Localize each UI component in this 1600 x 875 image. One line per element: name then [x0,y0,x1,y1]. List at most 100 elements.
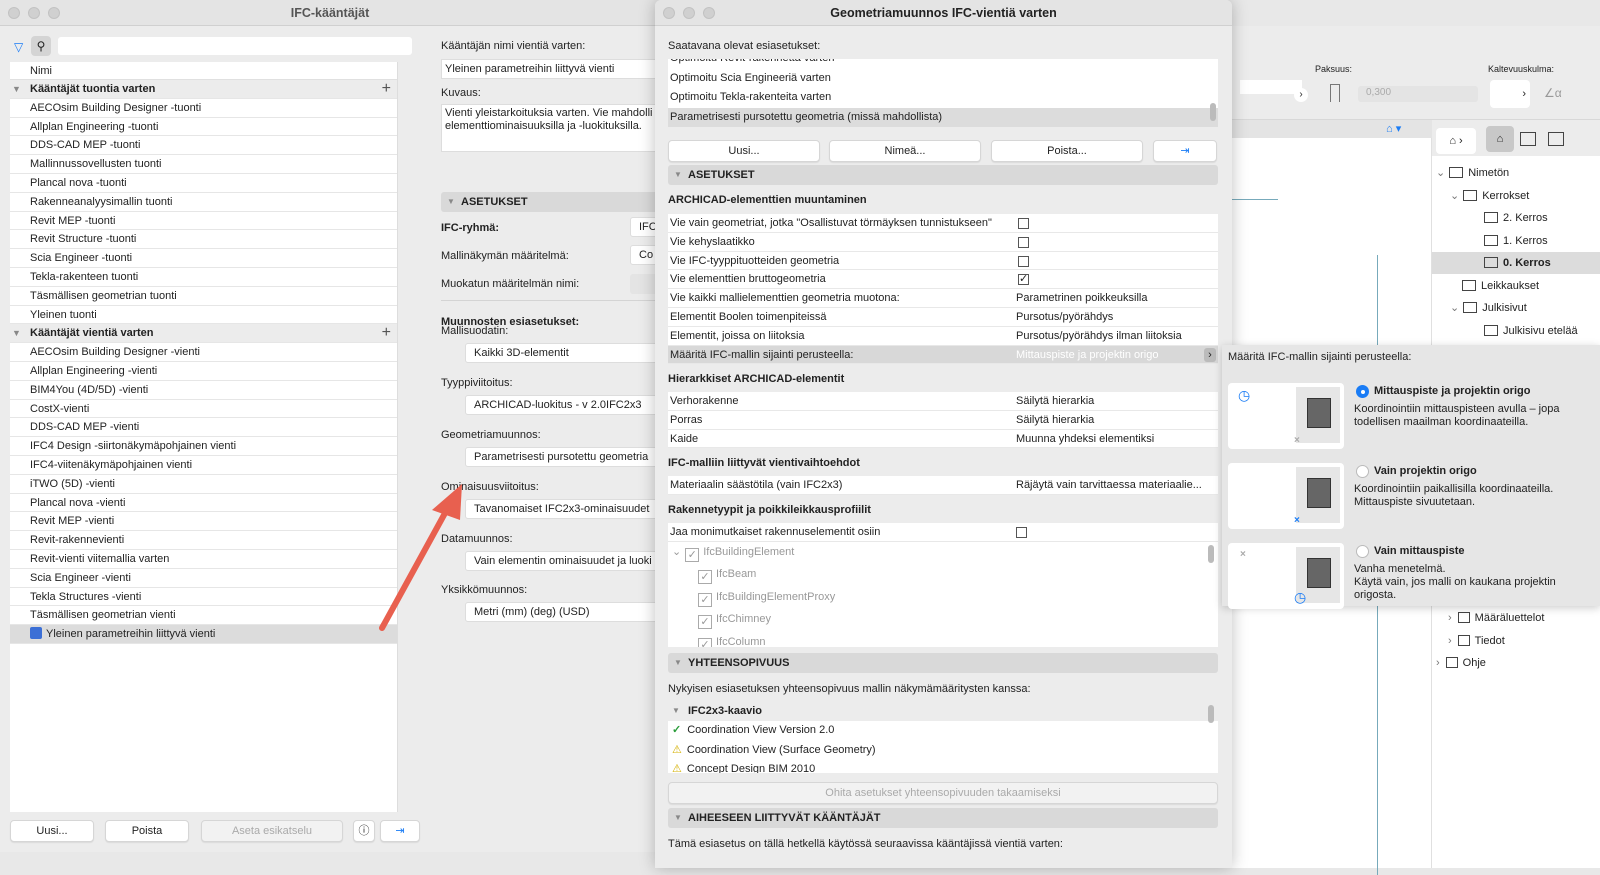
minimize-button[interactable] [28,7,40,19]
preset-item[interactable]: Optimoitu Revit-rakennetta varten [668,59,1218,69]
location-radio[interactable] [1356,545,1369,558]
dialog-close-button[interactable] [663,7,675,19]
type-mapping-select[interactable]: ARCHICAD-luokitus - v 2.0IFC2x3 [465,395,665,415]
navigator-item[interactable]: ⌄ Julkisivut [1432,297,1600,319]
rename-preset-button[interactable]: Nimeä... [829,140,981,162]
compat-group[interactable]: IFC2x3-kaavio [688,705,762,717]
structure-scrollbar[interactable] [1208,545,1214,563]
preset-item[interactable]: Parametrisesti pursotettu geometria (mis… [668,107,1218,127]
navigator-item[interactable]: 0. Kerros [1432,252,1600,274]
slope-button[interactable]: › [1490,80,1530,108]
export-group[interactable]: ▼ Kääntäjät vientiä varten + [10,324,397,344]
ifc-tree-item[interactable]: ✓ IfcBeam [698,568,756,584]
set-preview-button[interactable]: Aseta esikatselu [201,820,343,842]
search-icon[interactable]: ⚲ [31,36,51,56]
property-select[interactable]: Tavanomaiset IFC2x3-ominaisuudet [465,499,665,519]
list-item[interactable]: Tekla-rakenteen tuonti [10,267,397,287]
expand-button[interactable]: › [1294,88,1308,102]
setting-row[interactable]: Kaide Muunna yhdeksi elementiksi [668,429,1218,449]
preset-item[interactable]: Optimoitu Scia Engineeriä varten [668,69,1218,89]
list-item[interactable]: Täsmällisen geometrian vienti [10,606,397,626]
view-map-tab[interactable] [1520,132,1536,146]
setting-row[interactable]: Elementit, joissa on liitoksia Pursotus/p… [668,326,1218,346]
setting-row[interactable]: Vie vain geometriat, jotka "Osallistuvat… [668,214,1218,233]
list-item[interactable]: Plancal nova -vienti [10,493,397,513]
setting-row[interactable]: Materiaalin säästötila (vain IFC2x3) Räjä… [668,476,1218,495]
project-map-tab[interactable]: ⌂ [1486,126,1514,152]
navigator-item[interactable]: › Tiedot [1448,630,1505,652]
ifc-tree-item[interactable]: ✓ IfcBuildingElementProxy [698,591,835,607]
unit-select[interactable]: Metri (mm) (deg) (USD) [465,602,665,622]
navigator-item[interactable]: ⌄ Kerrokset [1432,185,1600,207]
list-item[interactable]: IFC4 Design -siirtonäkymäpohjainen vient… [10,437,397,456]
setting-checkbox[interactable] [1018,236,1029,248]
list-item[interactable]: Scia Engineer -vienti [10,568,397,588]
navigator-item[interactable]: ⌄ Nimetön [1432,162,1600,184]
preset-item[interactable]: Optimoitu Tekla-rakenteita varten [668,88,1218,108]
list-item[interactable]: Revit Structure -tuonti [10,230,397,250]
override-button[interactable]: Ohita asetukset yhteensopivuuden takaami… [668,782,1218,804]
list-item[interactable]: Revit MEP -vienti [10,512,397,532]
setting-row[interactable]: Verhorakenne Säilytä hierarkia [668,392,1218,411]
delete-translator-button[interactable]: Poista [105,820,189,842]
location-row[interactable]: Määritä IFC-mallin sijainti perusteella:… [668,345,1218,365]
info-button[interactable]: ⓘ [353,820,375,842]
delete-preset-button[interactable]: Poista... [991,140,1143,162]
list-item[interactable]: Rakenneanalyysimallin tuonti [10,192,397,212]
ifc-tree-item[interactable]: ✓ IfcColumn [698,636,766,647]
list-item[interactable]: BIM4You (4D/5D) -vienti [10,380,397,400]
add-export-icon[interactable]: + [382,324,391,342]
setting-checkbox[interactable]: ✓ [1018,274,1029,286]
navigator-item[interactable]: Leikkaukset [1432,275,1600,297]
column-header-name[interactable]: Nimi [10,62,397,80]
import-file-button[interactable]: ⇥ [380,820,420,842]
navigator-item[interactable]: 1. Kerros [1432,230,1600,252]
list-item[interactable]: iTWO (5D) -vienti [10,474,397,494]
list-item[interactable]: Allplan Engineering -vienti [10,361,397,381]
list-item[interactable]: Revit-rakennevienti [10,531,397,550]
list-item[interactable]: AECOsim Building Designer -vienti [10,343,397,362]
new-translator-button[interactable]: Uusi... [10,820,94,842]
list-item[interactable]: Scia Engineer -tuonti [10,249,397,268]
ifc-tree-root[interactable]: ⌄ ✓ IfcBuildingElement [672,545,794,562]
zoom-button[interactable] [48,7,60,19]
setting-row[interactable]: Elementit Boolen toimenpiteissä Pursotus/… [668,307,1218,327]
presets-list[interactable]: Optimoitu Revit-rakennetta vartenOptimoi… [668,59,1218,127]
add-import-icon[interactable]: + [382,80,391,98]
navigator-item[interactable]: 2. Kerros [1432,207,1600,229]
dialog-settings-header[interactable]: ASETUKSET [668,165,1218,185]
thickness-input[interactable]: 0,300 [1358,86,1478,102]
dialog-minimize-button[interactable] [683,7,695,19]
related-header[interactable]: AIHEESEEN LIITTYVÄT KÄÄNTÄJÄT [668,808,1218,828]
compat-scrollbar[interactable] [1208,705,1214,723]
list-item[interactable]: Plancal nova -tuonti [10,173,397,193]
location-option[interactable]: ◷ × Mittauspiste ja projektin origo Koordin… [1222,383,1600,453]
list-item[interactable]: DDS-CAD MEP -tuonti [10,136,397,156]
location-option[interactable]: × Vain projektin origo Koordinointiin paik… [1222,463,1600,533]
import-group[interactable]: ▼ Kääntäjät tuontia varten + [10,80,397,99]
data-select[interactable]: Vain elementin ominaisuudet ja luoki [465,551,665,571]
list-item[interactable]: Täsmällisen geometrian tuonti [10,286,397,306]
setting-row[interactable]: Vie kaikki mallielementtien geometria mu… [668,289,1218,308]
filter-icon[interactable]: ▽ [14,40,23,54]
setting-checkbox[interactable] [1018,218,1029,229]
geometry-select[interactable]: Parametrisesti pursotettu geometria [465,447,665,467]
close-button[interactable] [8,7,20,19]
presets-scrollbar[interactable] [1210,103,1216,121]
setting-row[interactable]: Porras Säilytä hierarkia [668,410,1218,430]
list-item[interactable]: Mallinnussovellusten tuonti [10,155,397,174]
setting-checkbox[interactable] [1018,255,1029,267]
location-radio[interactable] [1356,465,1369,478]
setting-row[interactable]: Vie kehyslaatikko [668,232,1218,252]
ifc-tree-item[interactable]: ✓ IfcChimney [698,613,771,629]
navigator-mode-button[interactable]: ⌂ › [1436,128,1476,154]
split-checkbox[interactable] [1016,527,1027,538]
list-item[interactable]: Revit MEP -tuonti [10,211,397,231]
dialog-zoom-button[interactable] [703,7,715,19]
list-item[interactable]: Yleinen tuonti [10,305,397,325]
layout-book-tab[interactable] [1548,132,1564,146]
view-icon[interactable]: ⌂ ▾ [1386,122,1401,135]
list-item[interactable]: Allplan Engineering -tuonti [10,117,397,137]
navigator-item[interactable]: Julkisivu etelää [1432,320,1600,342]
list-item[interactable]: AECOsim Building Designer -tuonti [10,98,397,118]
